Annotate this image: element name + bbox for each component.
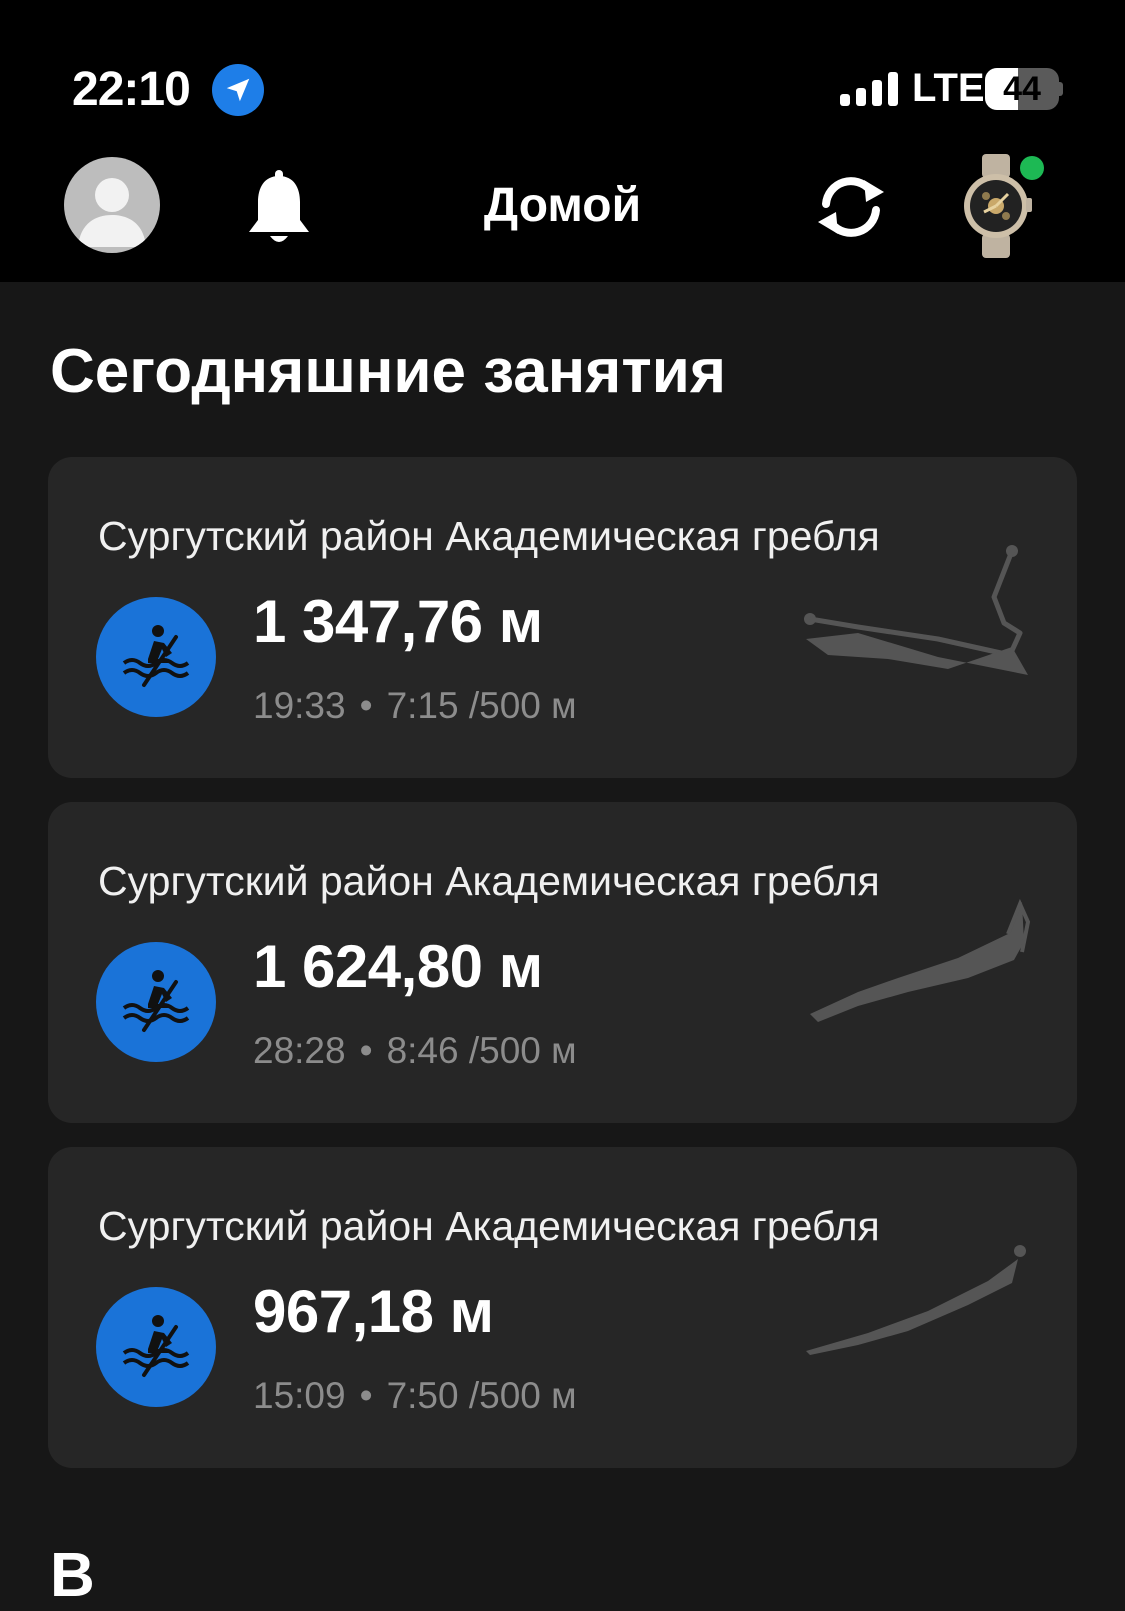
- cellular-signal-icon: [840, 72, 898, 106]
- activity-pace: 7:15 /500 м: [386, 685, 577, 726]
- activity-distance: 967,18 м: [253, 1278, 494, 1345]
- rowing-icon: [96, 597, 216, 717]
- activity-card[interactable]: Сургутский район Академическая гребля 1 …: [48, 802, 1077, 1123]
- activity-title: Сургутский район Академическая гребля: [98, 858, 880, 904]
- activity-distance: 1 347,76 м: [253, 588, 543, 655]
- network-type: LTE: [912, 66, 985, 110]
- battery-percent: 44: [1003, 70, 1041, 108]
- location-arrow-icon: [212, 64, 264, 116]
- rowing-icon: [96, 942, 216, 1062]
- activity-duration: 15:09: [253, 1375, 346, 1416]
- sync-icon[interactable]: [808, 172, 894, 242]
- separator-dot: •: [359, 685, 373, 726]
- route-map-thumbnail: [804, 545, 1028, 675]
- activity-title: Сургутский район Академическая гребля: [98, 513, 880, 559]
- activity-card[interactable]: Сургутский район Академическая гребля 96…: [48, 1147, 1077, 1468]
- separator-dot: •: [359, 1375, 373, 1416]
- activity-duration: 28:28: [253, 1030, 346, 1071]
- page-title: Домой: [483, 179, 642, 232]
- activity-duration: 19:33: [253, 685, 346, 726]
- device-connected-indicator: [1020, 156, 1044, 180]
- section-title: Сегодняшние занятия: [50, 337, 727, 406]
- activity-meta: 19:33 • 7:15 /500 м: [253, 685, 577, 727]
- app-header: Домой: [0, 150, 1125, 282]
- activity-meta: 28:28 • 8:46 /500 м: [253, 1030, 577, 1072]
- activity-card[interactable]: Сургутский район Академическая гребля 1 …: [48, 457, 1077, 778]
- activity-pace: 7:50 /500 м: [386, 1375, 577, 1416]
- separator-dot: •: [359, 1030, 373, 1071]
- activity-title: Сургутский район Академическая гребля: [98, 1203, 880, 1249]
- next-section-title: В: [50, 1541, 95, 1610]
- activity-distance: 1 624,80 м: [253, 933, 543, 1000]
- status-bar: 22:10 LTE 44: [0, 0, 1125, 150]
- activity-pace: 8:46 /500 м: [386, 1030, 577, 1071]
- route-map-thumbnail: [810, 898, 1031, 1022]
- route-map-thumbnail: [806, 1245, 1026, 1355]
- status-time: 22:10: [72, 63, 191, 116]
- activity-meta: 15:09 • 7:50 /500 м: [253, 1375, 577, 1417]
- rowing-icon: [96, 1287, 216, 1407]
- battery-icon: 44: [985, 68, 1063, 110]
